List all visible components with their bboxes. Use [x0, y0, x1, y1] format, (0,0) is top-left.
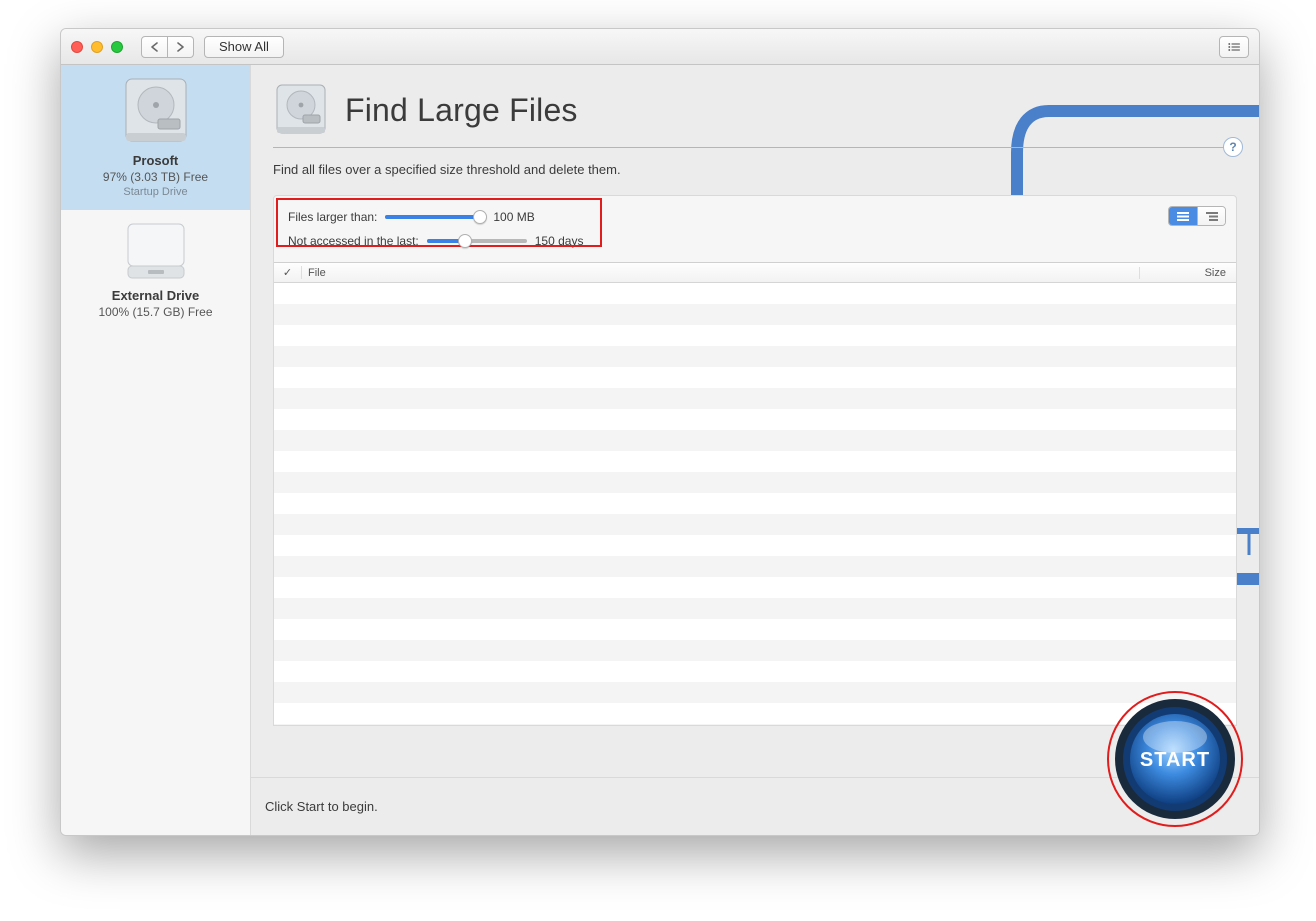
- accessed-threshold-value: 150 days: [535, 234, 584, 248]
- zoom-window-button[interactable]: [111, 41, 123, 53]
- forward-button[interactable]: [168, 36, 194, 58]
- table-row[interactable]: [274, 661, 1236, 682]
- table-row[interactable]: [274, 325, 1236, 346]
- size-threshold-slider[interactable]: [385, 210, 485, 224]
- column-header-check[interactable]: ✓: [274, 266, 302, 279]
- app-window: Show All: [60, 28, 1260, 836]
- table-row[interactable]: [274, 283, 1236, 304]
- drive-name: External Drive: [65, 288, 246, 303]
- start-button-graphic: START: [1105, 689, 1245, 829]
- header-rule: ?: [273, 147, 1237, 148]
- nav-back-forward-group: [141, 36, 194, 58]
- accessed-threshold-label: Not accessed in the last:: [288, 234, 419, 248]
- list-icon: [1228, 42, 1240, 52]
- list-view-toggle-button[interactable]: [1219, 36, 1249, 58]
- table-header: ✓ File Size: [274, 263, 1236, 283]
- view-mode-tree-button[interactable]: [1197, 207, 1225, 225]
- view-mode-list-button[interactable]: [1169, 207, 1197, 225]
- table-row[interactable]: [274, 409, 1236, 430]
- table-row[interactable]: [274, 493, 1236, 514]
- internal-drive-icon: [65, 75, 246, 147]
- view-mode-segmented: [1168, 206, 1226, 226]
- table-row[interactable]: [274, 682, 1236, 703]
- table-row[interactable]: [274, 388, 1236, 409]
- chevron-right-icon: [176, 42, 185, 52]
- feature-drive-icon: [273, 83, 329, 137]
- window-body: Prosoft 97% (3.03 TB) Free Startup Drive…: [61, 65, 1259, 835]
- table-row[interactable]: [274, 304, 1236, 325]
- view-tree-icon: [1206, 212, 1218, 221]
- help-button[interactable]: ?: [1223, 137, 1243, 157]
- chevron-left-icon: [150, 42, 159, 52]
- drive-sidebar: Prosoft 97% (3.03 TB) Free Startup Drive…: [61, 65, 251, 835]
- column-header-size[interactable]: Size: [1140, 267, 1236, 279]
- table-row[interactable]: [274, 535, 1236, 556]
- page-header: Find Large Files: [273, 83, 1237, 137]
- show-all-label: Show All: [219, 39, 269, 54]
- content-area: Find Large Files ? Find all files over a…: [251, 65, 1259, 777]
- table-row[interactable]: [274, 703, 1236, 724]
- close-window-button[interactable]: [71, 41, 83, 53]
- table-row[interactable]: [274, 577, 1236, 598]
- results-table: ✓ File Size: [274, 262, 1236, 725]
- titlebar: Show All: [61, 29, 1259, 65]
- table-row[interactable]: [274, 640, 1236, 661]
- view-list-icon: [1177, 212, 1189, 221]
- filter-controls: Files larger than: 100 MB Not accessed i…: [274, 196, 1236, 262]
- show-all-button[interactable]: Show All: [204, 36, 284, 58]
- table-row[interactable]: [274, 472, 1236, 493]
- table-row[interactable]: [274, 724, 1236, 725]
- table-row[interactable]: [274, 619, 1236, 640]
- start-button[interactable]: START: [1105, 689, 1245, 829]
- page-title: Find Large Files: [345, 92, 578, 129]
- table-row[interactable]: [274, 451, 1236, 472]
- main-panel: Find Large Files ? Find all files over a…: [251, 65, 1259, 835]
- minimize-window-button[interactable]: [91, 41, 103, 53]
- drive-free-line: 100% (15.7 GB) Free: [65, 305, 246, 319]
- accessed-threshold-slider[interactable]: [427, 234, 527, 248]
- feature-description: Find all files over a specified size thr…: [273, 162, 1237, 177]
- drive-free-line: 97% (3.03 TB) Free: [65, 170, 246, 184]
- drive-name: Prosoft: [65, 153, 246, 168]
- table-row[interactable]: [274, 346, 1236, 367]
- size-threshold-value: 100 MB: [493, 210, 534, 224]
- table-row[interactable]: [274, 514, 1236, 535]
- table-row[interactable]: [274, 598, 1236, 619]
- window-controls: [71, 41, 123, 53]
- back-button[interactable]: [141, 36, 168, 58]
- help-icon: ?: [1229, 140, 1236, 154]
- table-row[interactable]: [274, 556, 1236, 577]
- table-body[interactable]: [274, 283, 1236, 725]
- table-row[interactable]: [274, 367, 1236, 388]
- results-panel: Files larger than: 100 MB Not accessed i…: [273, 195, 1237, 726]
- status-hint: Click Start to begin.: [265, 799, 378, 814]
- size-threshold-label: Files larger than:: [288, 210, 377, 224]
- drive-note: Startup Drive: [65, 186, 246, 198]
- table-row[interactable]: [274, 430, 1236, 451]
- column-header-file[interactable]: File: [302, 267, 1140, 279]
- sidebar-drive-external[interactable]: External Drive 100% (15.7 GB) Free: [61, 210, 250, 331]
- external-drive-icon: [65, 220, 246, 282]
- sidebar-drive-prosoft[interactable]: Prosoft 97% (3.03 TB) Free Startup Drive: [61, 65, 250, 210]
- start-button-label: START: [1140, 749, 1210, 771]
